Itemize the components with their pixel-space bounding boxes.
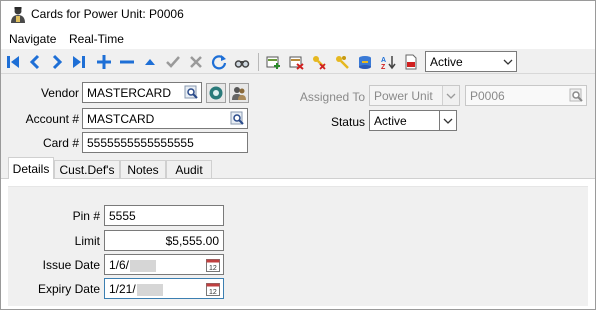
redacted-year bbox=[130, 259, 157, 272]
sort-az-icon[interactable]: AZ bbox=[379, 53, 397, 71]
redacted-year bbox=[136, 283, 163, 296]
vendor-value: MASTERCARD bbox=[87, 86, 172, 100]
record-filter-value: Active bbox=[430, 55, 463, 69]
menu-bar: Navigate Real-Time bbox=[1, 29, 595, 49]
card-number-value: 5555555555555555 bbox=[87, 136, 194, 150]
issue-date-field[interactable]: 1/6/ 12 bbox=[104, 254, 224, 275]
last-record-icon[interactable] bbox=[70, 53, 88, 71]
issue-date-text: 1/6/ bbox=[109, 258, 157, 272]
key-x-icon[interactable] bbox=[310, 53, 328, 71]
globe-search-icon bbox=[209, 86, 223, 100]
tab-notes[interactable]: Notes bbox=[120, 160, 166, 179]
calendar-icon[interactable]: 12 bbox=[206, 282, 220, 296]
svg-text:12: 12 bbox=[209, 289, 217, 296]
limit-field[interactable]: $5,555.00 bbox=[104, 230, 224, 251]
pin-field[interactable]: 5555 bbox=[104, 205, 224, 226]
limit-value: $5,555.00 bbox=[165, 234, 219, 248]
menu-real-time[interactable]: Real-Time bbox=[69, 32, 124, 46]
expiry-date-field[interactable]: 1/21/ 12 bbox=[104, 278, 224, 299]
status-value: Active bbox=[374, 114, 407, 128]
contacts-icon bbox=[232, 87, 246, 100]
record-filter-select[interactable]: Active bbox=[425, 51, 517, 72]
lookup-icon[interactable] bbox=[184, 85, 199, 100]
vendor-field[interactable]: MASTERCARD bbox=[82, 82, 202, 103]
expiry-date-text: 1/21/ bbox=[109, 282, 163, 296]
status-label: Status bbox=[330, 115, 365, 129]
person-icon bbox=[11, 7, 25, 23]
vendor-contacts-button[interactable] bbox=[229, 83, 249, 103]
title-bar: Cards for Power Unit: P0006 bbox=[1, 1, 595, 29]
calendar-icon[interactable]: 12 bbox=[206, 258, 220, 272]
next-record-icon[interactable] bbox=[48, 53, 66, 71]
database-icon[interactable] bbox=[356, 53, 374, 71]
vendor-label: Vendor bbox=[40, 86, 79, 100]
account-field[interactable]: MASTCARD bbox=[82, 108, 248, 129]
refresh-icon[interactable] bbox=[210, 53, 228, 71]
issue-date-value: 1/6/ bbox=[109, 258, 130, 272]
card-number-field[interactable]: 5555555555555555 bbox=[82, 132, 248, 153]
toolbar: AZ Active bbox=[1, 50, 595, 74]
chevron-down-icon[interactable] bbox=[439, 111, 456, 130]
first-record-icon[interactable] bbox=[4, 53, 22, 71]
keys-icon[interactable] bbox=[333, 53, 351, 71]
issue-date-label: Issue Date bbox=[42, 258, 100, 272]
assigned-to-unit-value: P0006 bbox=[470, 89, 505, 103]
post-check-icon bbox=[164, 53, 182, 71]
menu-navigate[interactable]: Navigate bbox=[9, 32, 56, 46]
cancel-x-icon bbox=[187, 53, 205, 71]
assigned-to-type-select: Power Unit bbox=[369, 85, 460, 106]
new-card-icon[interactable] bbox=[264, 53, 282, 71]
details-panel: Pin # 5555 Limit $5,555.00 Issue Date 1/… bbox=[1, 178, 595, 309]
previous-record-icon[interactable] bbox=[26, 53, 44, 71]
vendor-profile-button[interactable] bbox=[206, 83, 226, 103]
limit-label: Limit bbox=[74, 234, 100, 248]
export-pdf-icon[interactable] bbox=[402, 53, 420, 71]
window-title: Cards for Power Unit: P0006 bbox=[31, 7, 184, 21]
add-record-icon[interactable] bbox=[95, 53, 113, 71]
lookup-icon[interactable] bbox=[230, 111, 245, 126]
pin-label: Pin # bbox=[72, 209, 100, 223]
details-inner-panel: Pin # 5555 Limit $5,555.00 Issue Date 1/… bbox=[8, 186, 588, 306]
account-label: Account # bbox=[25, 112, 79, 126]
svg-text:A: A bbox=[381, 57, 386, 64]
assigned-to-label: Assigned To bbox=[299, 90, 365, 104]
tab-audit[interactable]: Audit bbox=[166, 160, 212, 179]
pin-value: 5555 bbox=[109, 209, 136, 223]
account-value: MASTCARD bbox=[87, 112, 155, 126]
expiry-date-label: Expiry Date bbox=[37, 282, 100, 296]
binoculars-icon[interactable] bbox=[233, 53, 251, 71]
remove-card-icon[interactable] bbox=[287, 53, 305, 71]
toolbar-separator bbox=[258, 53, 259, 71]
svg-text:12: 12 bbox=[209, 265, 217, 272]
tab-strip: Details Cust.Def's Notes Audit bbox=[1, 157, 595, 179]
delete-record-icon[interactable] bbox=[118, 53, 136, 71]
assigned-to-type-value: Power Unit bbox=[374, 89, 433, 103]
app-window: Cards for Power Unit: P0006 Navigate Rea… bbox=[0, 0, 596, 310]
chevron-down-icon[interactable] bbox=[499, 52, 516, 71]
expiry-date-value: 1/21/ bbox=[109, 282, 136, 296]
tab-cust-defs[interactable]: Cust.Def's bbox=[54, 160, 120, 179]
chevron-down-icon bbox=[442, 86, 459, 105]
card-label: Card # bbox=[42, 136, 79, 150]
svg-text:Z: Z bbox=[381, 64, 386, 70]
lookup-icon bbox=[569, 88, 583, 102]
assigned-to-unit-field: P0006 bbox=[465, 85, 587, 106]
tab-details[interactable]: Details bbox=[8, 157, 54, 179]
status-select[interactable]: Active bbox=[369, 110, 457, 131]
up-arrow-icon[interactable] bbox=[141, 53, 159, 71]
